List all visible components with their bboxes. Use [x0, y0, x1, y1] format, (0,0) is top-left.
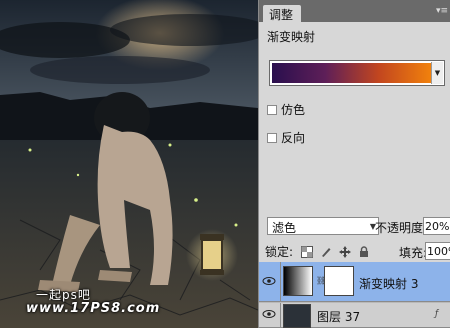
- eye-icon[interactable]: [262, 309, 276, 319]
- reverse-option[interactable]: 反向: [267, 129, 305, 146]
- opacity-label: 不透明度:: [375, 221, 428, 235]
- adjustment-thumbnail[interactable]: [283, 266, 313, 296]
- watermark-line1: 一起ps吧: [36, 288, 91, 302]
- blend-mode-select[interactable]: 滤色 ▼: [267, 217, 379, 235]
- reverse-checkbox[interactable]: [267, 132, 277, 143]
- lock-position-move-icon[interactable]: [338, 245, 352, 259]
- dither-checkbox[interactable]: [267, 104, 277, 115]
- layer-thumbnail[interactable]: [283, 304, 311, 328]
- layer-row-gradient-map[interactable]: ⛓ 渐变映射 3: [259, 262, 450, 302]
- reverse-label: 反向: [281, 131, 306, 145]
- adjustments-panel: 调整 ▾≡ 渐变映射 ▼ 仿色 反向 滤色 ▼ 不透明度: 20% 锁定: 填充…: [258, 0, 450, 328]
- lock-transparency-icon[interactable]: [300, 245, 314, 259]
- layer-mask-thumbnail[interactable]: [324, 266, 354, 296]
- dither-option[interactable]: 仿色: [267, 101, 305, 118]
- visibility-toggle[interactable]: [259, 262, 281, 301]
- visibility-toggle[interactable]: [259, 303, 281, 327]
- gradient-dropdown-icon[interactable]: ▼: [431, 62, 443, 84]
- layer-name[interactable]: 图层 37: [317, 308, 360, 325]
- layers-list: ⛓ 渐变映射 3 图层 37 ƒ: [259, 262, 450, 328]
- lock-label: 锁定:: [265, 245, 294, 259]
- tab-adjustments[interactable]: 调整: [263, 5, 302, 22]
- watermark: 一起ps吧 www.17PS8.com: [26, 286, 160, 316]
- panel-tab-bar: 调整 ▾≡: [259, 0, 450, 22]
- layer-name[interactable]: 渐变映射 3: [359, 275, 418, 292]
- fill-label: 填充:: [399, 246, 428, 260]
- layer-row-layer-37[interactable]: 图层 37 ƒ: [259, 303, 450, 328]
- blend-mode-value: 滤色: [272, 221, 297, 235]
- watermark-line2: www.17PS8.com: [26, 301, 161, 316]
- lock-row: 锁定:: [265, 243, 371, 260]
- dither-label: 仿色: [281, 103, 306, 117]
- document-canvas[interactable]: 一起ps吧 www.17PS8.com: [0, 0, 258, 328]
- eye-icon[interactable]: [262, 276, 276, 286]
- photo-artwork: [0, 0, 258, 328]
- gradient-picker[interactable]: ▼: [269, 60, 445, 86]
- opacity-input[interactable]: 20%: [423, 217, 450, 235]
- effects-icon[interactable]: ƒ: [435, 309, 438, 319]
- adjustment-title: 渐变映射: [267, 30, 316, 44]
- lock-all-icon[interactable]: [357, 245, 371, 259]
- fill-input[interactable]: 100%: [425, 242, 450, 260]
- gradient-preview[interactable]: [272, 63, 432, 83]
- panel-menu-icon[interactable]: ▾≡: [436, 6, 448, 16]
- lock-pixels-brush-icon[interactable]: [319, 245, 333, 259]
